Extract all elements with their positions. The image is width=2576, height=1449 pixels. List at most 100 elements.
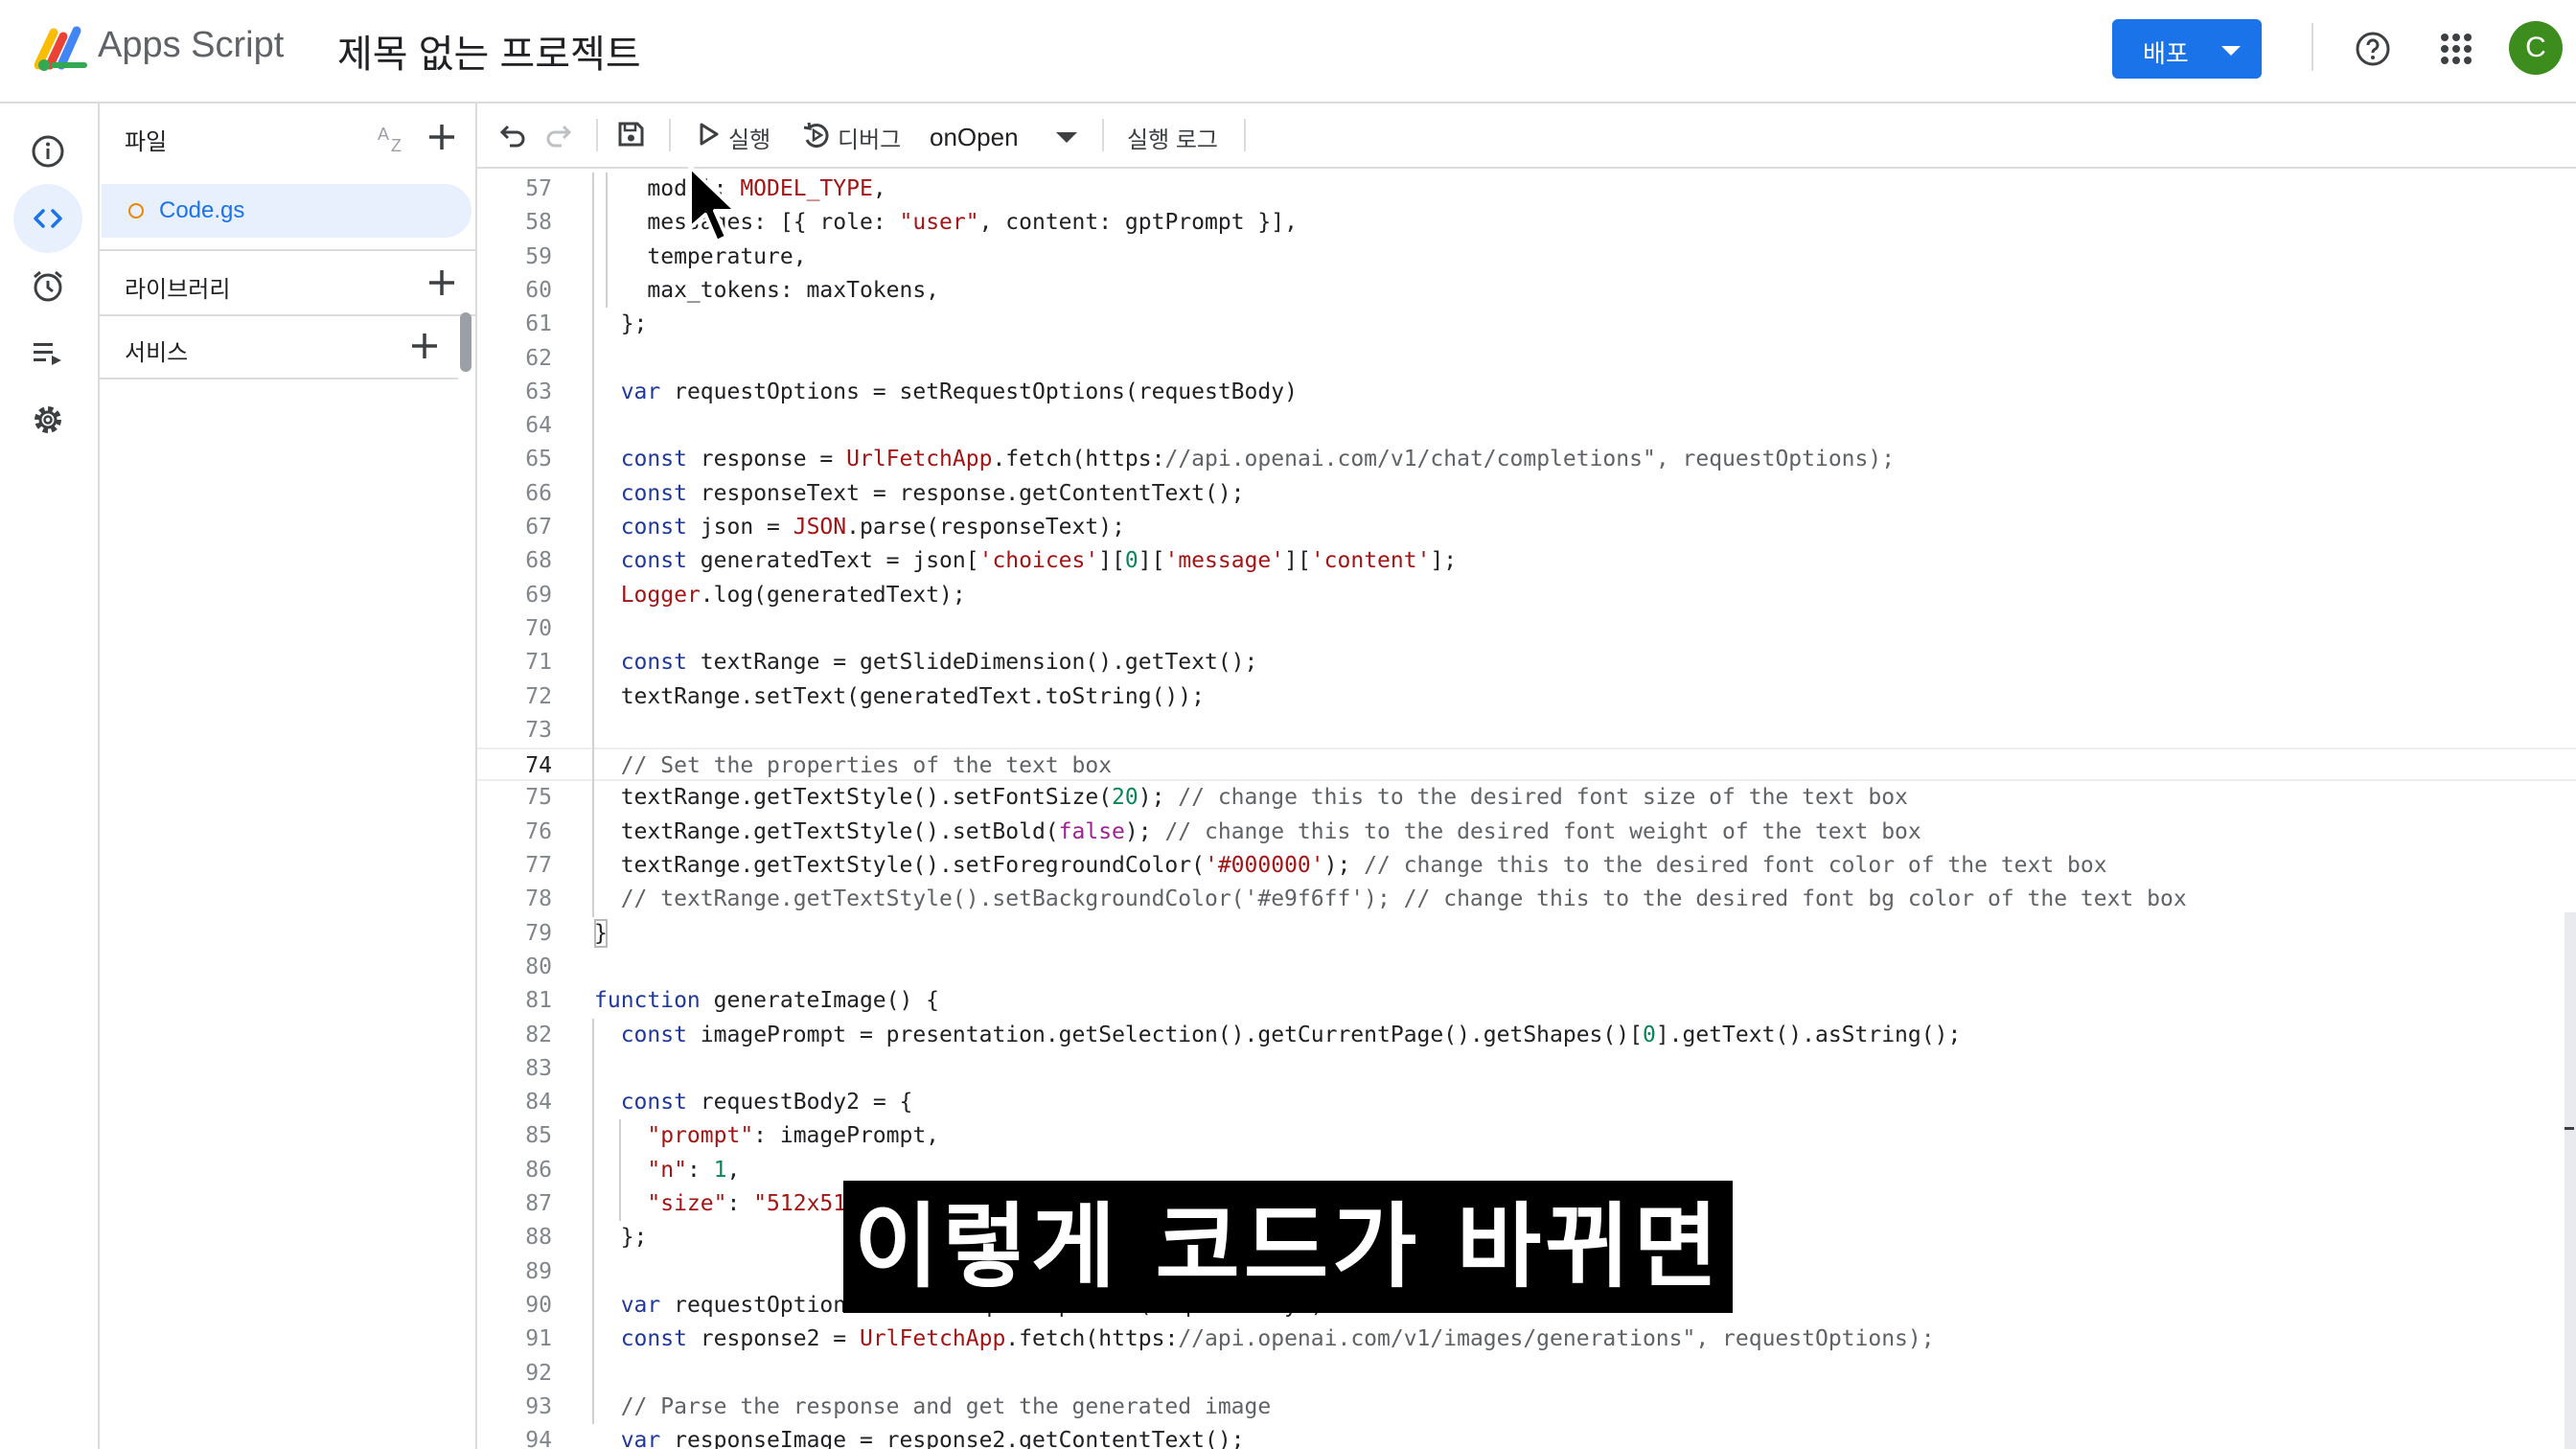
code-line[interactable]: 68 const generatedText = json['choices']…	[477, 544, 2576, 578]
code-text: textRange.getTextStyle().setForegroundCo…	[594, 853, 2107, 878]
code-line[interactable]: 92	[477, 1357, 2576, 1391]
gear-icon	[34, 406, 61, 433]
code-line[interactable]: 63 var requestOptions = setRequestOption…	[477, 376, 2576, 409]
line-number: 93	[525, 1393, 552, 1419]
deploy-button[interactable]: 배포	[2112, 19, 2262, 79]
code-line[interactable]: 75 textRange.getTextStyle().setFontSize(…	[477, 781, 2576, 815]
redo-icon[interactable]	[542, 119, 573, 150]
code-line[interactable]: 82 const imagePrompt = presentation.getS…	[477, 1019, 2576, 1052]
add-library-icon[interactable]	[426, 266, 458, 299]
code-line[interactable]: 71 const textRange = getSlideDimension()…	[477, 646, 2576, 679]
rail-settings-button[interactable]	[13, 385, 82, 454]
project-title[interactable]: 제목 없는 프로젝트	[337, 23, 641, 79]
code-line[interactable]: 76 textRange.getTextStyle().setBold(fals…	[477, 816, 2576, 849]
code-line[interactable]: 65 const response = UrlFetchApp.fetch(ht…	[477, 443, 2576, 476]
svg-text:A: A	[378, 125, 389, 144]
divider	[2312, 23, 2313, 71]
line-number: 67	[525, 515, 552, 540]
code-line[interactable]: 77 textRange.getTextStyle().setForegroun…	[477, 849, 2576, 883]
code-line[interactable]: 72 textRange.setText(generatedText.toStr…	[477, 680, 2576, 714]
code-line[interactable]: 73	[477, 714, 2576, 748]
app-name[interactable]: Apps Script	[98, 25, 284, 66]
line-number: 81	[525, 988, 552, 1014]
info-icon	[32, 135, 64, 168]
code-text: const response2 = UrlFetchApp.fetch(http…	[620, 1326, 1935, 1352]
code-line[interactable]: 61 };	[477, 308, 2576, 341]
rail-overview-button[interactable]	[13, 117, 82, 186]
code-line[interactable]: 85 "prompt": imagePrompt,	[477, 1119, 2576, 1153]
code-line[interactable]: 80	[477, 951, 2576, 984]
line-number: 80	[525, 954, 552, 979]
add-service-icon[interactable]	[408, 330, 441, 362]
line-number: 62	[525, 345, 552, 371]
code-line[interactable]: 81 function generateImage() {	[477, 984, 2576, 1018]
add-file-icon[interactable]	[426, 121, 458, 153]
code-line[interactable]: 57 model: MODEL_TYPE,	[477, 172, 2576, 206]
code-line[interactable]: 84 const requestBody2 = {	[477, 1086, 2576, 1119]
avatar[interactable]: C	[2509, 21, 2563, 75]
line-number: 74	[525, 753, 552, 779]
run-label: 실행	[728, 127, 771, 153]
rail-editor-button[interactable]	[13, 184, 82, 253]
code-line[interactable]: 79}	[477, 917, 2576, 951]
code-line[interactable]: 74 // Set the properties of the text box	[477, 748, 2576, 782]
code-text: const requestBody2 = {	[620, 1090, 913, 1116]
video-subtitle: 이렇게 코드가 바뀌면	[843, 1181, 1733, 1313]
code-line[interactable]: 94 var responseImage = response2.getCont…	[477, 1424, 2576, 1449]
apps-script-logo	[34, 26, 87, 71]
mouse-pointer-icon	[688, 165, 738, 243]
code-line[interactable]: 62	[477, 342, 2576, 376]
indent-guide	[619, 1119, 621, 1222]
file-item-code-gs[interactable]: Code.gs	[102, 184, 472, 238]
help-icon[interactable]	[2354, 30, 2392, 68]
code-line[interactable]: 91 const response2 = UrlFetchApp.fetch(h…	[477, 1322, 2576, 1356]
line-number: 90	[525, 1292, 552, 1318]
services-label: 서비스	[125, 340, 189, 366]
save-icon[interactable]	[615, 119, 646, 150]
code-line[interactable]: 70	[477, 612, 2576, 646]
sort-az-icon[interactable]: A Z	[374, 119, 412, 157]
line-number: 84	[525, 1090, 552, 1116]
code-text: const generatedText = json['choices'][0]…	[620, 548, 1458, 574]
code-line[interactable]: 66 const responseText = response.getCont…	[477, 477, 2576, 511]
execution-log-button[interactable]: 실행 로그	[1127, 121, 1218, 154]
line-number: 69	[525, 582, 552, 608]
line-number: 94	[525, 1428, 552, 1449]
panel-scrollbar[interactable]	[460, 312, 472, 372]
code-text: const imagePrompt = presentation.getSele…	[620, 1022, 1962, 1047]
code-line[interactable]: 93 // Parse the response and get the gen…	[477, 1391, 2576, 1424]
code-line[interactable]: 58 messages: [{ role: "user", content: g…	[477, 206, 2576, 240]
code-text: textRange.setText(generatedText.toString…	[594, 683, 1205, 709]
line-number: 73	[525, 717, 552, 743]
code-text: const textRange = getSlideDimension().ge…	[620, 650, 1258, 676]
libraries-header: 라이브러리	[100, 251, 475, 314]
line-number: 83	[525, 1055, 552, 1081]
code-line[interactable]: 67 const json = JSON.parse(responseText)…	[477, 511, 2576, 544]
code-line[interactable]: 83	[477, 1052, 2576, 1086]
apps-grid-icon[interactable]	[2440, 33, 2472, 65]
line-number: 64	[525, 413, 552, 439]
services-header: 서비스	[100, 316, 475, 380]
code-line[interactable]: 60 max_tokens: maxTokens,	[477, 274, 2576, 308]
line-number: 87	[525, 1191, 552, 1216]
chevron-down-icon	[2221, 46, 2241, 56]
code-line[interactable]: 69 Logger.log(generatedText);	[477, 579, 2576, 612]
indent-guide	[592, 172, 594, 917]
code-line[interactable]: 78 // textRange.getTextStyle().setBackgr…	[477, 883, 2576, 916]
rail-executions-button[interactable]	[13, 318, 82, 387]
line-number: 76	[525, 818, 552, 844]
undo-icon[interactable]	[498, 119, 529, 150]
rail-triggers-button[interactable]	[13, 251, 82, 320]
line-number: 57	[525, 176, 552, 201]
code-line[interactable]: 64	[477, 409, 2576, 443]
run-button[interactable]: 실행	[694, 104, 790, 167]
line-number: 61	[525, 311, 552, 337]
chevron-down-icon	[1056, 132, 1077, 143]
line-number: 85	[525, 1123, 552, 1149]
debug-button[interactable]: 디버그	[801, 104, 926, 167]
code-text: Logger.log(generatedText);	[620, 582, 966, 608]
function-select[interactable]: onOpen	[928, 104, 1081, 167]
line-number: 65	[525, 447, 552, 472]
code-line[interactable]: 59 temperature,	[477, 241, 2576, 274]
line-number: 70	[525, 615, 552, 641]
